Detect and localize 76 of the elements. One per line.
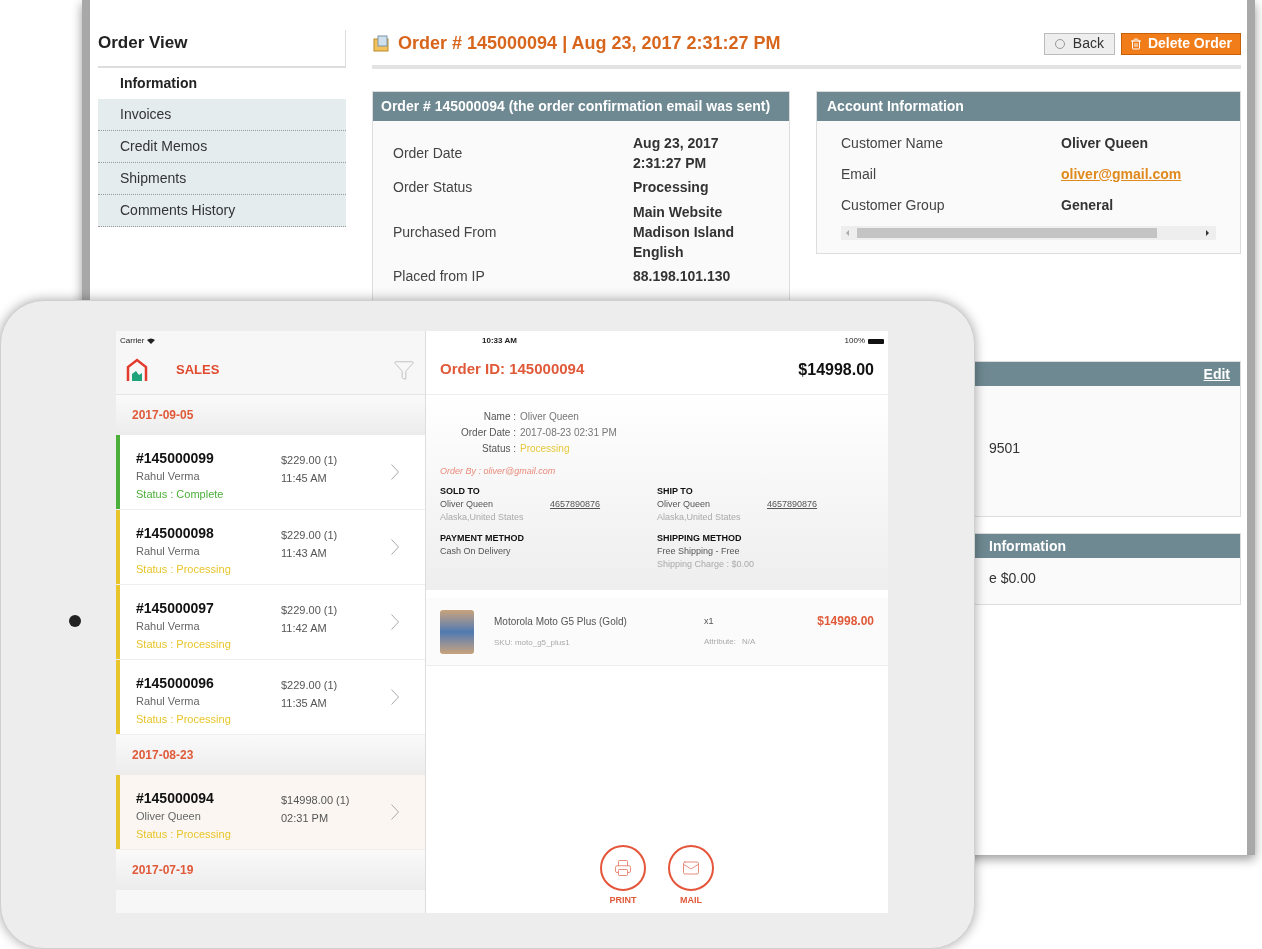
order-amount: $14998.00 (1) — [281, 793, 351, 808]
info-value: 2017-08-23 02:31 PM — [520, 426, 617, 440]
status-time: 10:33 AM — [482, 335, 517, 347]
battery-label: 100% — [844, 335, 865, 347]
field-value: Aug 23, 2017 — [633, 134, 719, 153]
section-line: Shipping Charge : $0.00 — [657, 557, 756, 571]
order-status: Status : Processing — [136, 712, 232, 727]
section-title: SHIPPING METHOD — [657, 531, 743, 545]
field-label: Purchased From — [393, 222, 498, 242]
panel-header: Order # 145000094 (the order confirmation email was sent) — [373, 92, 789, 121]
field-value: English — [633, 243, 685, 262]
panel-header: Account Information — [817, 92, 1240, 121]
customer-name: Rahul Verma — [136, 469, 201, 484]
order-amount: $229.00 (1) — [281, 603, 339, 618]
section-line: Alaska,United States — [657, 510, 742, 524]
info-value: Oliver Queen — [520, 410, 579, 424]
field-label: Order Date — [393, 143, 464, 163]
product-name: Motorola Moto G5 Plus (Gold) — [494, 615, 628, 629]
field-value: 88.198.101.130 — [633, 267, 731, 286]
field-value: Processing — [633, 178, 709, 197]
customer-name: Oliver Queen — [136, 809, 202, 824]
shipping-text: e $0.00 — [988, 569, 1037, 588]
product-price: $14998.00 — [817, 613, 874, 630]
order-status: Status : Complete — [136, 487, 225, 502]
order-amount: $229.00 (1) — [281, 678, 339, 693]
order-number: #145000097 — [136, 599, 215, 617]
section-title: PAYMENT METHOD — [440, 531, 525, 545]
field-label: Customer Group — [841, 196, 946, 215]
order-id-title: Order ID: 145000094 — [440, 359, 585, 380]
field-value: Oliver Queen — [1061, 134, 1149, 153]
order-total: $14998.00 — [798, 359, 874, 380]
section-name: Oliver Queen — [657, 497, 712, 511]
order-time: 02:31 PM — [281, 811, 330, 826]
section-name: Cash On Delivery — [440, 544, 512, 558]
info-label: Status : — [481, 442, 516, 456]
info-label: Name : — [482, 410, 516, 424]
attribute-value: N/A — [742, 636, 756, 649]
product-quantity: x1 — [704, 614, 715, 628]
customer-name: Rahul Verma — [136, 694, 201, 709]
order-amount: $229.00 (1) — [281, 453, 339, 468]
field-value: General — [1061, 196, 1114, 215]
page-title: Order # 145000094 | Aug 23, 2017 2:31:27 PM — [398, 32, 781, 55]
field-label: Placed from IP — [393, 267, 486, 286]
info-label: Order Date : — [459, 426, 516, 440]
section-title: SOLD TO — [440, 484, 481, 498]
section-title: SHIP TO — [657, 484, 694, 498]
field-label: Customer Name — [841, 134, 944, 153]
order-status: Status : Processing — [136, 562, 232, 577]
order-time: 11:45 AM — [281, 471, 328, 486]
section-line: Alaska,United States — [440, 510, 525, 524]
product-sku: SKU: moto_g5_plus1 — [494, 637, 571, 649]
field-label: Order Status — [393, 178, 474, 197]
customer-name: Rahul Verma — [136, 619, 201, 634]
field-value: Main Website — [633, 203, 724, 222]
order-number: #145000094 — [136, 789, 215, 807]
field-value: 2:31:27 PM — [633, 154, 708, 173]
order-time: 11:42 AM — [281, 621, 328, 636]
section-name: Free Shipping - Free — [657, 544, 741, 558]
carrier-label: Carrier — [120, 335, 145, 347]
order-status: Status : Processing — [136, 827, 232, 842]
field-value: Madison Island — [633, 223, 735, 242]
order-time: 11:35 AM — [281, 696, 328, 711]
order-by-text: Order By : oliver@gmail.com — [440, 465, 557, 478]
customer-name: Rahul Verma — [136, 544, 201, 559]
order-number: #145000098 — [136, 524, 215, 542]
attribute-label: Attribute: — [704, 636, 736, 649]
order-status: Status : Processing — [136, 637, 232, 652]
section-name: Oliver Queen — [440, 497, 495, 511]
address-text: 9501 — [988, 439, 1022, 458]
field-label: Email — [841, 165, 877, 184]
order-time: 11:43 AM — [281, 546, 328, 561]
order-number: #145000096 — [136, 674, 215, 692]
order-number: #145000099 — [136, 449, 215, 467]
info-value: Processing — [520, 442, 570, 456]
order-amount: $229.00 (1) — [281, 528, 339, 543]
app-title: SALES — [176, 360, 220, 379]
